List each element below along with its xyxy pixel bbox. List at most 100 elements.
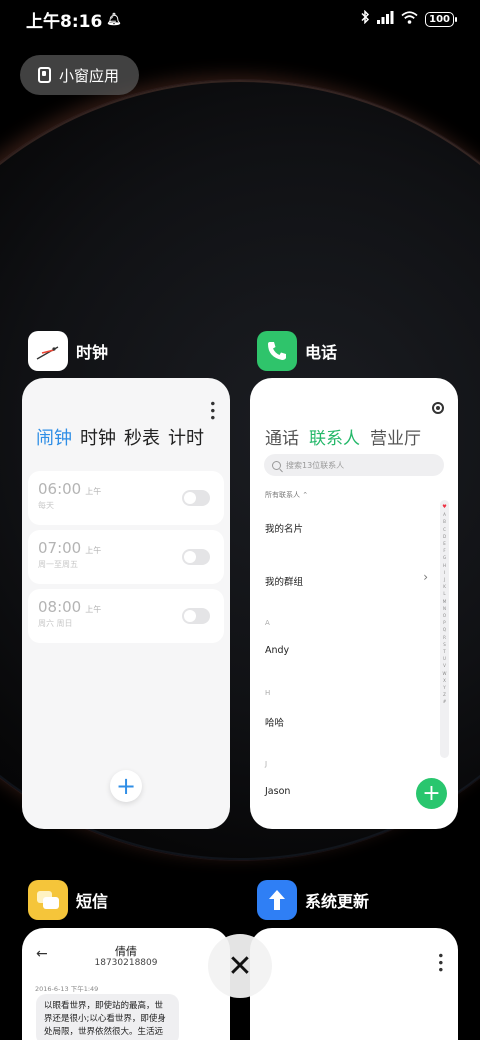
section-header: J: [265, 760, 268, 768]
alarm-item[interactable]: 06:00 上午 每天: [28, 471, 224, 525]
message-timestamp: 2016-6-13 下午1:49: [35, 985, 99, 993]
alphabet-index-letter[interactable]: W: [443, 670, 447, 677]
system-update-app-name: 系统更新: [305, 892, 370, 911]
small-window-label: 小窗应用: [59, 66, 120, 85]
clock-app-name: 时钟: [76, 343, 109, 362]
section-header: A: [265, 619, 270, 627]
alphabet-index-letter[interactable]: T: [443, 648, 445, 655]
phone-app-header[interactable]: 电话: [257, 331, 337, 371]
settings-icon[interactable]: [432, 402, 444, 414]
tab-contacts[interactable]: 联系人: [309, 424, 360, 449]
clear-all-button[interactable]: ✕: [208, 934, 272, 998]
floating-window-icon: [38, 67, 51, 83]
phone-app-name: 电话: [305, 343, 338, 362]
add-alarm-button[interactable]: +: [110, 770, 142, 802]
search-icon: [272, 460, 281, 470]
alphabet-index-letter[interactable]: B: [443, 518, 446, 525]
system-update-app-icon: [257, 880, 297, 920]
system-update-app-card[interactable]: •••: [250, 928, 458, 1040]
status-time: 上午8:16: [26, 11, 103, 32]
small-window-apps-button[interactable]: 小窗应用: [20, 55, 139, 95]
alphabet-index-letter[interactable]: S: [443, 641, 446, 648]
alarm-toggle[interactable]: [182, 549, 210, 565]
alphabet-index-letter[interactable]: L: [443, 590, 445, 597]
alphabet-index-letter[interactable]: X: [443, 677, 446, 684]
clock-app-icon: [28, 331, 68, 371]
search-placeholder: 搜索13位联系人: [286, 460, 345, 470]
contacts-search-input[interactable]: 搜索13位联系人: [264, 454, 444, 476]
phone-app-icon: [257, 331, 297, 371]
my-card-row[interactable]: 我的名片: [265, 521, 303, 535]
alphabet-index-letter[interactable]: Z: [443, 691, 446, 698]
alarm-item[interactable]: 08:00 上午 周六 周日: [28, 589, 224, 643]
alarm-time: 06:00: [38, 480, 82, 498]
alphabet-index-letter[interactable]: G: [443, 554, 446, 561]
alarm-ampm: 上午: [85, 546, 102, 555]
tab-calls[interactable]: 通话: [265, 424, 299, 449]
status-bar: 上午8:16 🔔︎ 100: [0, 0, 480, 38]
contact-row[interactable]: Jason: [265, 786, 290, 797]
tab-stopwatch[interactable]: 秒表: [124, 424, 160, 450]
alphabet-index-letter[interactable]: N: [443, 605, 446, 612]
messages-app-icon: [28, 880, 68, 920]
tab-alarm[interactable]: 闹钟: [36, 424, 72, 450]
alphabet-index-letter[interactable]: ♥: [442, 504, 446, 511]
notification-bell-icon: 🔔︎: [106, 12, 122, 26]
alphabet-index-letter[interactable]: E: [443, 540, 446, 547]
tab-clock[interactable]: 时钟: [80, 424, 116, 450]
close-icon: ✕: [227, 948, 253, 984]
bluetooth-icon: [360, 9, 370, 28]
alarm-toggle[interactable]: [182, 608, 210, 624]
alarm-item[interactable]: 07:00 上午 周一至周五: [28, 530, 224, 584]
clock-app-header[interactable]: 时钟: [28, 331, 108, 371]
tab-timer[interactable]: 计时: [168, 424, 204, 450]
alphabet-index-letter[interactable]: J: [444, 576, 445, 583]
alphabet-index-letter[interactable]: #: [443, 698, 446, 705]
alphabet-index-letter[interactable]: I: [444, 569, 445, 576]
add-contact-button[interactable]: +: [416, 778, 447, 809]
conversation-contact-number: 18730218809: [94, 958, 158, 968]
alphabet-index-letter[interactable]: Q: [443, 626, 446, 633]
contact-row[interactable]: Andy: [265, 645, 289, 656]
chevron-right-icon: ›: [423, 570, 428, 584]
section-header: H: [265, 689, 271, 697]
sms-app-card[interactable]: ← 倩倩 18730218809 2016-6-13 下午1:49 以眼看世界，…: [22, 928, 230, 1040]
alphabet-index-letter[interactable]: V: [443, 662, 446, 669]
tab-service-hall[interactable]: 营业厅: [370, 424, 421, 449]
alphabet-index-letter[interactable]: Y: [443, 684, 445, 691]
alphabet-index-letter[interactable]: U: [443, 655, 446, 662]
phone-tabs: 通话 联系人 营业厅: [265, 424, 421, 449]
more-options-icon[interactable]: •••: [205, 400, 219, 421]
contact-row[interactable]: 哈哈: [265, 715, 284, 729]
alarm-toggle[interactable]: [182, 490, 210, 506]
message-bubble: 以眼看世界，即使站的最高，世界还是很小;以心看世界，即使身处局限，世界依然很大。…: [36, 994, 179, 1040]
alphabet-index-letter[interactable]: H: [443, 562, 446, 569]
wifi-icon: [401, 10, 418, 28]
alarm-ampm: 上午: [85, 487, 102, 496]
contacts-filter-dropdown[interactable]: 所有联系人 ⌃: [265, 490, 308, 500]
alphabet-index-letter[interactable]: A: [443, 511, 446, 518]
alphabet-index-letter[interactable]: D: [443, 533, 446, 540]
alarm-ampm: 上午: [85, 605, 102, 614]
alphabet-index-letter[interactable]: O: [443, 612, 446, 619]
phone-app-card[interactable]: 通话 联系人 营业厅 搜索13位联系人 所有联系人 ⌃ 我的名片 我的群组 › …: [250, 378, 458, 829]
alphabet-index-scrollbar[interactable]: ♥ A B C D E F G H I J K L M N O P Q R S T U V W X Y Z #: [440, 500, 449, 758]
alphabet-index-letter[interactable]: C: [443, 526, 446, 533]
alphabet-index-letter[interactable]: M: [443, 598, 446, 605]
alphabet-index-letter[interactable]: F: [443, 547, 445, 554]
battery-icon: 100: [425, 11, 457, 27]
clock-tabs: 闹钟 时钟 秒表 计时: [36, 424, 204, 450]
conversation-contact-name: 倩倩: [115, 945, 137, 958]
alarm-time: 08:00: [38, 598, 82, 616]
sms-app-header[interactable]: 短信: [28, 880, 108, 920]
alarm-time: 07:00: [38, 539, 82, 557]
alphabet-index-letter[interactable]: P: [443, 619, 445, 626]
sms-app-name: 短信: [76, 892, 109, 911]
alphabet-index-letter[interactable]: R: [443, 634, 446, 641]
clock-app-card[interactable]: ••• 闹钟 时钟 秒表 计时 06:00 上午 每天 07:00 上午 周一至周五…: [22, 378, 230, 829]
chevron-down-icon: ⌃: [302, 491, 309, 499]
my-groups-row[interactable]: 我的群组: [265, 574, 303, 588]
more-options-icon[interactable]: •••: [433, 952, 447, 973]
system-update-app-header[interactable]: 系统更新: [257, 880, 369, 920]
alphabet-index-letter[interactable]: K: [443, 583, 446, 590]
